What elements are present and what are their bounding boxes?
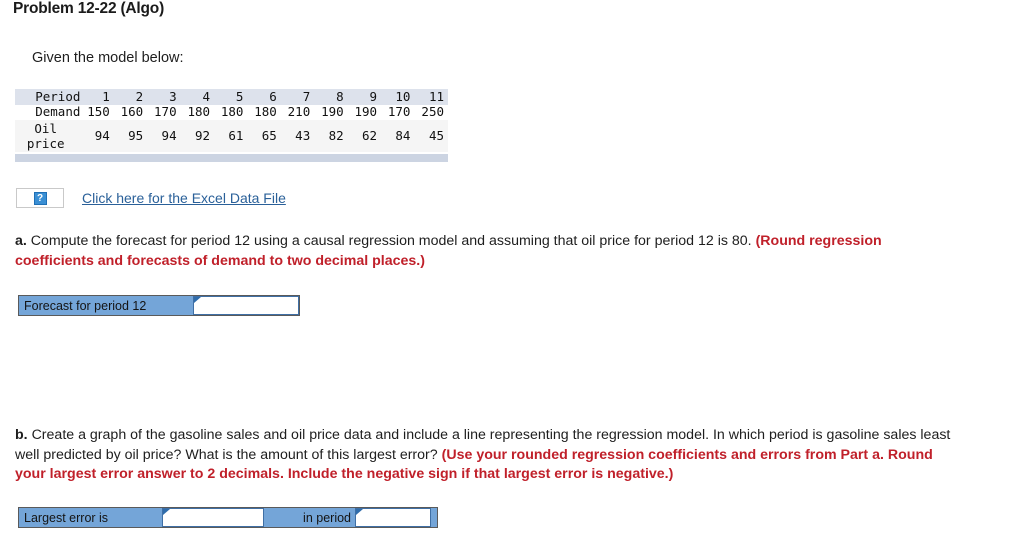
period-cell: 3 — [169, 88, 177, 104]
answer-label-in-period: in period — [303, 510, 351, 525]
oil-price-cell: 61 — [228, 127, 244, 143]
oil-price-cell: 94 — [161, 127, 177, 143]
intro-text: Given the model below: — [32, 50, 184, 66]
demand-cell: 180 — [220, 104, 244, 120]
period-cell: 9 — [369, 88, 378, 104]
demand-cell: 190 — [354, 104, 378, 120]
data-table-container: Period 1 2 3 4 5 6 7 8 9 10 11 Demand 15… — [15, 89, 448, 152]
table-row-oil-price: Oil price 94 95 94 92 61 65 43 82 62 84 … — [15, 120, 448, 152]
table-footer-band — [15, 154, 448, 162]
question-b-text: b. Create a graph of the gasoline sales … — [15, 426, 960, 485]
broken-image-question-icon: ? — [33, 191, 47, 205]
row-label-period: Period — [35, 88, 81, 104]
period-cell: 10 — [395, 88, 411, 104]
table-row-period: Period 1 2 3 4 5 6 7 8 9 10 11 — [15, 89, 448, 105]
largest-error-input[interactable] — [162, 508, 264, 527]
oil-price-cell: 94 — [94, 127, 110, 143]
period-cell: 5 — [235, 88, 244, 104]
largest-error-input-cell — [162, 508, 264, 527]
oil-price-cell: 65 — [261, 127, 277, 143]
oil-label-line1: Oil — [34, 121, 57, 136]
question-a-text: a. Compute the forecast for period 12 us… — [15, 232, 955, 271]
demand-cell: 170 — [387, 104, 411, 120]
oil-price-cell: 82 — [328, 127, 344, 143]
demand-cell: 150 — [87, 104, 110, 120]
period-input-cell — [355, 508, 431, 527]
oil-price-cell: 95 — [128, 127, 144, 143]
demand-cell: 250 — [421, 104, 444, 120]
excel-data-file-link[interactable]: Click here for the Excel Data File — [82, 190, 286, 206]
page-title: Problem 12-22 (Algo) — [13, 0, 165, 17]
table-row-demand: Demand 150 160 170 180 180 180 210 190 1… — [15, 104, 448, 120]
answer-label-forecast: Forecast for period 12 — [24, 298, 147, 313]
answer-row-largest-error: Largest error is in period — [18, 507, 438, 528]
demand-cell: 210 — [287, 104, 311, 120]
period-cell: 1 — [102, 88, 110, 104]
period-cell: 2 — [135, 88, 144, 104]
broken-image-placeholder: ? — [16, 188, 64, 208]
question-a-body: Compute the forecast for period 12 using… — [30, 233, 752, 249]
period-cell: 7 — [302, 88, 311, 104]
model-data-table: Period 1 2 3 4 5 6 7 8 9 10 11 Demand 15… — [15, 89, 448, 152]
forecast-period-12-input[interactable] — [193, 296, 299, 315]
period-number-input[interactable] — [355, 508, 431, 527]
forecast-input-cell — [193, 296, 299, 315]
question-a-label: a. — [15, 233, 27, 249]
excel-data-file-row: ? Click here for the Excel Data File — [16, 188, 286, 208]
demand-cell: 190 — [321, 104, 344, 120]
row-label-demand: Demand — [35, 104, 81, 120]
oil-price-cell: 84 — [395, 127, 411, 143]
period-cell: 6 — [269, 88, 277, 104]
answer-row-forecast: Forecast for period 12 — [18, 295, 300, 316]
question-b-label: b. — [15, 427, 28, 443]
oil-price-cell: 43 — [295, 127, 311, 143]
demand-cell: 170 — [154, 104, 177, 120]
demand-cell: 180 — [187, 104, 211, 120]
demand-cell: 160 — [120, 104, 144, 120]
period-cell: 11 — [428, 88, 444, 104]
oil-price-cell: 45 — [428, 127, 444, 143]
demand-cell: 180 — [254, 104, 277, 120]
answer-label-largest-error: Largest error is — [24, 510, 109, 525]
period-cell: 4 — [202, 88, 211, 104]
oil-price-cell: 92 — [194, 127, 211, 143]
period-cell: 8 — [336, 88, 344, 104]
oil-label-line2: price — [26, 136, 65, 151]
row-label-oil-price: Oil price — [15, 120, 80, 152]
oil-price-cell: 62 — [361, 127, 378, 143]
